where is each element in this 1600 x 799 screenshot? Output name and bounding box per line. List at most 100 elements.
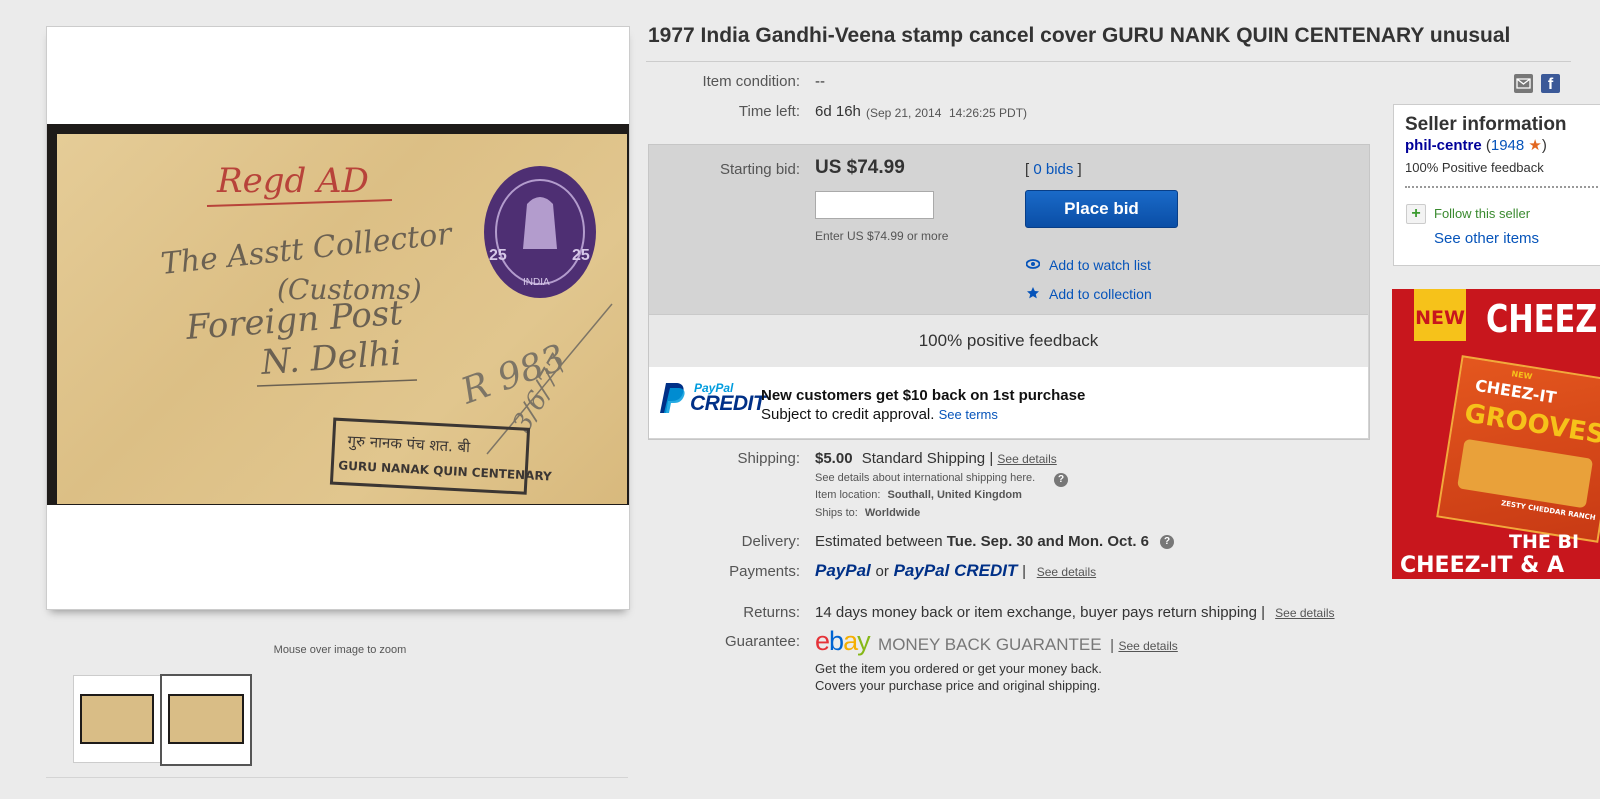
bid-amount-input[interactable] bbox=[815, 191, 934, 219]
stamp-value-left: 25 bbox=[489, 247, 507, 264]
envelope-photo: Regd AD The Asstt Collector (Customs) Fo… bbox=[47, 124, 629, 505]
seller-info-heading: Seller information bbox=[1405, 114, 1567, 135]
ships-to-value: Worldwide bbox=[864, 507, 921, 519]
item-location-value: Southall, United Kingdom bbox=[887, 489, 1022, 501]
returns-label: Returns: bbox=[743, 604, 800, 621]
stamp-country: INDIA bbox=[523, 277, 550, 288]
paypal-credit-logo-text: CREDIT bbox=[690, 392, 766, 415]
payments-see-details-link[interactable]: See details bbox=[1037, 565, 1096, 579]
seller-score-close: ) bbox=[1541, 137, 1547, 154]
seller-feedback-strip: 100% positive feedback bbox=[649, 314, 1368, 367]
seller-positive-feedback: 100% Positive feedback bbox=[1405, 160, 1544, 175]
see-terms-link[interactable]: See terms bbox=[939, 407, 998, 422]
end-time: 14:26:25 PDT) bbox=[949, 106, 1028, 120]
bid-count-open: [ bbox=[1025, 161, 1030, 178]
item-location-label: Item location: bbox=[815, 489, 881, 501]
guarantee-line-1: Get the item you ordered or get your mon… bbox=[815, 661, 1102, 676]
delivery-dates: Tue. Sep. 30 and Mon. Oct. 6 bbox=[946, 533, 1150, 550]
condition-label: Item condition: bbox=[702, 73, 800, 90]
follow-seller-link[interactable]: Follow this seller bbox=[1434, 206, 1530, 221]
ebay-money-back-guarantee: ebay MONEY BACK GUARANTEE | See details bbox=[815, 626, 1178, 657]
guarantee-line-2: Covers your purchase price and original … bbox=[815, 678, 1101, 693]
paypal-credit-payment-logo-b: CREDIT bbox=[954, 561, 1018, 580]
returns-see-details-link[interactable]: See details bbox=[1275, 606, 1334, 620]
listing-title: 1977 India Gandhi-Veena stamp cancel cov… bbox=[648, 24, 1511, 47]
ebay-logo-e: e bbox=[815, 626, 830, 656]
intl-shipping-note: See details about international shipping… bbox=[815, 472, 1036, 484]
help-icon[interactable]: ? bbox=[1160, 535, 1174, 549]
pack-crackers bbox=[1456, 438, 1594, 509]
envelope-address-line4: N. Delhi bbox=[259, 333, 403, 383]
cancellation-text: GURU NANAK QUIN CENTENARY bbox=[338, 458, 552, 483]
payments-or: or bbox=[875, 563, 889, 580]
paypal-promo-sub: Subject to credit approval. See terms bbox=[761, 406, 998, 423]
paypal-payment-logo: PayPal bbox=[815, 561, 871, 580]
paypal-promo-sub-text: Subject to credit approval. bbox=[761, 406, 935, 423]
guarantee-see-details-link[interactable]: See details bbox=[1118, 639, 1177, 653]
divider bbox=[646, 61, 1571, 62]
bid-count-link[interactable]: 0 bids bbox=[1033, 161, 1073, 178]
returns-policy: 14 days money back or item exchange, buy… bbox=[815, 604, 1335, 621]
paypal-logo-icon bbox=[660, 381, 686, 415]
item-location: Item location: Southall, United Kingdom bbox=[815, 489, 1022, 501]
seller-name-link[interactable]: phil-centre bbox=[1405, 137, 1482, 154]
paypal-promo-headline: New customers get $10 back on 1st purcha… bbox=[761, 387, 1086, 404]
add-to-watch-list-link[interactable]: Add to watch list bbox=[1049, 257, 1151, 273]
shipping-see-details-link[interactable]: See details bbox=[997, 452, 1056, 466]
time-left-label: Time left: bbox=[738, 103, 800, 120]
ships-to-label: Ships to: bbox=[815, 507, 858, 519]
bid-input-hint: Enter US $74.99 or more bbox=[815, 229, 949, 243]
place-bid-button[interactable]: Place bid bbox=[1025, 190, 1178, 228]
see-other-items-link[interactable]: See other items bbox=[1434, 230, 1539, 247]
help-icon[interactable]: ? bbox=[1054, 473, 1068, 487]
condition-value: -- bbox=[815, 73, 825, 90]
time-left-value: 6d 16h bbox=[815, 103, 861, 120]
bid-count: [ 0 bids ] bbox=[1025, 161, 1082, 178]
ships-to: Ships to: Worldwide bbox=[815, 507, 920, 519]
seller-id-line: phil-centre (1948 ★) bbox=[1405, 136, 1547, 154]
guarantee-label: Guarantee: bbox=[724, 633, 800, 650]
shipping-cost: $5.00 bbox=[815, 450, 853, 467]
zoom-hint: Mouse over image to zoom bbox=[273, 644, 407, 656]
guarantee-separator: | bbox=[1110, 637, 1114, 654]
star-icon bbox=[1026, 286, 1040, 305]
end-date: (Sep 21, 2014 bbox=[866, 106, 942, 120]
envelope-reg-text: Regd AD bbox=[216, 161, 369, 201]
email-share-icon[interactable] bbox=[1514, 74, 1533, 93]
ad-brand-text: CHEEZ bbox=[1486, 297, 1598, 341]
delivery-estimate: Estimated between Tue. Sep. 30 and Mon. … bbox=[815, 533, 1149, 550]
payments-separator: | bbox=[1022, 563, 1026, 580]
follow-plus-icon[interactable]: + bbox=[1406, 204, 1426, 224]
bid-count-close: ] bbox=[1077, 161, 1082, 178]
starting-bid-label: Starting bid: bbox=[719, 161, 800, 178]
stamp-value-right: 25 bbox=[572, 247, 590, 264]
seller-feedback-score-link[interactable]: 1948 bbox=[1491, 137, 1524, 154]
add-to-collection-link[interactable]: Add to collection bbox=[1049, 286, 1152, 302]
payments-label: Payments: bbox=[729, 563, 800, 580]
ad-new-badge: NEW bbox=[1414, 289, 1466, 341]
cancellation-hindi: गुरु नानक पंच शत. बी bbox=[347, 432, 471, 457]
shipping-label: Shipping: bbox=[737, 450, 800, 467]
delivery-label: Delivery: bbox=[741, 533, 800, 550]
paypal-credit-payment-logo-a: PayPal bbox=[893, 561, 950, 580]
eye-icon bbox=[1025, 257, 1041, 276]
shipping-method: Standard Shipping | bbox=[861, 450, 994, 467]
starting-bid-price: US $74.99 bbox=[815, 157, 905, 178]
money-back-guarantee-text: MONEY BACK GUARANTEE bbox=[878, 635, 1102, 654]
feedback-star-icon: ★ bbox=[1528, 137, 1542, 154]
ebay-logo-a: a bbox=[843, 626, 858, 656]
facebook-share-icon[interactable]: f bbox=[1541, 74, 1560, 93]
returns-text: 14 days money back or item exchange, buy… bbox=[815, 604, 1265, 621]
envelope-drawing: Regd AD The Asstt Collector (Customs) Fo… bbox=[159, 161, 613, 495]
ad-new-text: NEW bbox=[1415, 307, 1465, 329]
ebay-logo-b: b bbox=[829, 626, 844, 656]
pack-new: NEW bbox=[1510, 369, 1533, 382]
main-item-image[interactable]: Regd AD The Asstt Collector (Customs) Fo… bbox=[46, 26, 630, 610]
thumbnail-1[interactable] bbox=[73, 675, 161, 763]
cheez-it-advertisement[interactable]: NEW CHEEZ NEW CHEEZ-IT GROOVES ZESTY CHE… bbox=[1392, 289, 1600, 579]
thumbnail-2-selected[interactable] bbox=[160, 674, 252, 766]
divider bbox=[46, 777, 628, 778]
payment-methods: PayPal or PayPal CREDIT | See details bbox=[815, 561, 1096, 581]
ad-line-1: THE BI bbox=[1509, 531, 1580, 553]
shipping-line: $5.00 Standard Shipping | See details bbox=[815, 450, 1057, 467]
